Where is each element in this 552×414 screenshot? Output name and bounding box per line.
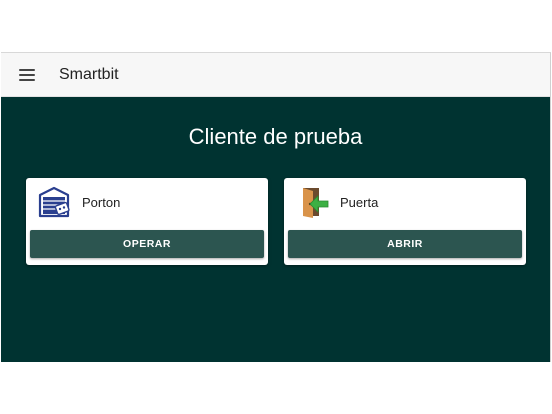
- app-title: Smartbit: [59, 65, 119, 83]
- hamburger-menu-icon[interactable]: [19, 68, 35, 81]
- app-window: Smartbit Cliente de prueba Porton OPERAR…: [1, 52, 551, 362]
- top-app-bar: Smartbit: [1, 53, 550, 97]
- page-title: Cliente de prueba: [188, 124, 363, 149]
- main-content: Cliente de prueba Porton OPERAR Puerta A…: [1, 97, 550, 362]
- door-enter-arrow-icon: [294, 184, 330, 220]
- device-label: Porton: [82, 194, 121, 210]
- device-card-puerta: Puerta ABRIR: [284, 178, 526, 265]
- abrir-button[interactable]: ABRIR: [288, 230, 522, 258]
- device-label: Puerta: [340, 194, 379, 210]
- device-card-porton: Porton OPERAR: [26, 178, 268, 265]
- device-card-header: Puerta: [284, 178, 526, 226]
- device-card-header: Porton: [26, 178, 268, 226]
- garage-door-icon: [36, 184, 72, 220]
- operar-button[interactable]: OPERAR: [30, 230, 264, 258]
